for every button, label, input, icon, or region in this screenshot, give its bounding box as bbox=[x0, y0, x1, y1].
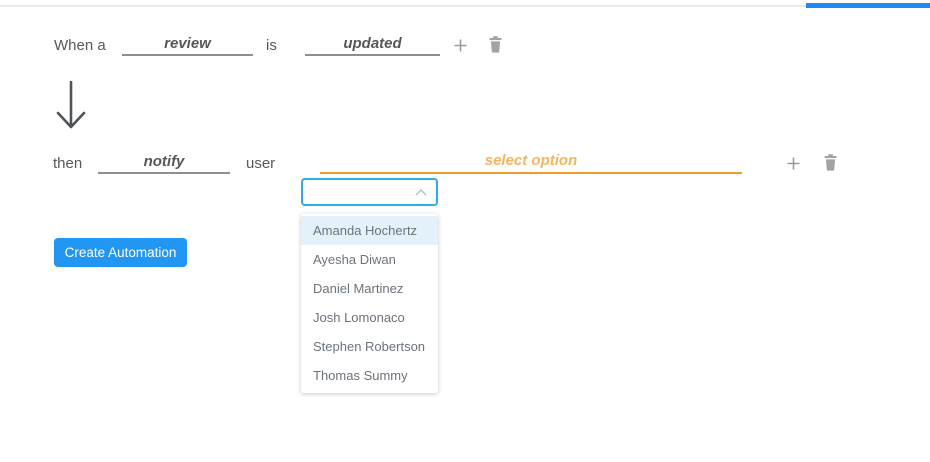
flow-arrow bbox=[55, 80, 89, 132]
dropdown-option[interactable]: Ayesha Diwan bbox=[301, 245, 438, 274]
action-input[interactable]: notify bbox=[98, 152, 230, 174]
trash-icon bbox=[822, 153, 839, 172]
delete-trigger-button[interactable] bbox=[485, 34, 505, 54]
user-select-dropdown: Amanda Hochertz Ayesha Diwan Daniel Mart… bbox=[301, 214, 438, 393]
automation-builder: When a review is updated then notify use… bbox=[0, 0, 930, 462]
action-target-label: user bbox=[246, 155, 276, 172]
trigger-prefix-label: When a bbox=[54, 37, 106, 54]
dropdown-option[interactable]: Josh Lomonaco bbox=[301, 303, 438, 332]
plus-icon bbox=[785, 155, 802, 172]
add-action-button[interactable] bbox=[783, 153, 803, 173]
action-prefix-label: then bbox=[53, 155, 83, 172]
user-select-search-box[interactable] bbox=[301, 178, 438, 206]
arrow-down-icon bbox=[55, 80, 89, 132]
add-trigger-button[interactable] bbox=[450, 35, 470, 55]
trigger-event-input[interactable]: updated bbox=[305, 34, 440, 56]
user-select-field[interactable]: select option bbox=[320, 150, 742, 174]
create-automation-button[interactable]: Create Automation bbox=[54, 238, 187, 267]
top-divider bbox=[0, 5, 930, 7]
delete-action-button[interactable] bbox=[820, 152, 840, 172]
trigger-entity-input[interactable]: review bbox=[122, 34, 253, 56]
plus-icon bbox=[452, 37, 469, 54]
dropdown-option[interactable]: Stephen Robertson bbox=[301, 332, 438, 361]
trash-icon bbox=[487, 35, 504, 54]
trigger-connector-label: is bbox=[266, 37, 277, 54]
chevron-up-icon[interactable] bbox=[414, 188, 428, 197]
dropdown-option[interactable]: Thomas Summy bbox=[301, 361, 438, 390]
dropdown-option[interactable]: Amanda Hochertz bbox=[301, 216, 438, 245]
dropdown-option[interactable]: Daniel Martinez bbox=[301, 274, 438, 303]
active-tab-underline[interactable] bbox=[806, 3, 930, 8]
